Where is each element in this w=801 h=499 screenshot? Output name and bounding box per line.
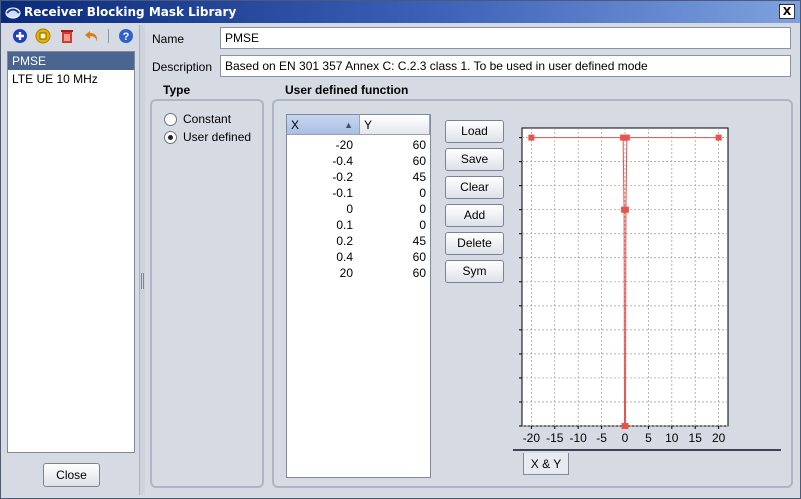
cell-y: 60 — [412, 250, 426, 264]
cell-y: 45 — [412, 234, 426, 248]
x-tick-label: -20 — [523, 431, 541, 445]
radio-constant-button[interactable] — [164, 113, 177, 126]
mask-editor: Name PMSE Description Based on EN 301 35… — [147, 25, 799, 495]
load-button[interactable]: Load — [445, 120, 504, 143]
cell-x: -0.1 — [332, 186, 353, 200]
x-tick-label: -5 — [596, 431, 607, 445]
description-field[interactable]: Based on EN 301 357 Annex C: C.2.3 class… — [220, 55, 791, 77]
window-title: Receiver Blocking Mask Library — [24, 5, 237, 19]
sym-button[interactable]: Sym — [445, 260, 504, 283]
table-row[interactable]: 0.1 0 — [287, 217, 430, 233]
list-item-lte-ue-10mhz[interactable]: LTE UE 10 MHz — [8, 70, 134, 88]
toolbar-separator — [108, 29, 109, 43]
radio-constant[interactable]: Constant — [164, 112, 259, 128]
window-close-button[interactable]: X — [779, 4, 795, 19]
data-point — [622, 206, 629, 213]
table-row[interactable]: -0.4 60 — [287, 153, 430, 169]
library-toolbar: ? — [6, 27, 136, 47]
function-group-title: User defined function — [285, 83, 409, 97]
data-point — [715, 134, 722, 141]
title-bar: Receiver Blocking Mask Library X — [1, 1, 800, 23]
type-group: Constant User defined — [150, 99, 264, 488]
tab-x-and-y[interactable]: X & Y — [523, 453, 569, 475]
data-point — [622, 423, 629, 429]
pane-splitter[interactable] — [139, 25, 145, 495]
data-point — [623, 134, 630, 141]
cell-x: -0.4 — [332, 154, 353, 168]
cell-x: 0.1 — [336, 218, 353, 232]
cell-y: 60 — [412, 138, 426, 152]
x-tick-label: 10 — [665, 431, 679, 445]
column-header-x[interactable]: X ▲ — [287, 115, 360, 135]
add-icon[interactable] — [12, 28, 28, 44]
svg-text:?: ? — [123, 31, 130, 43]
cell-x: 0.2 — [336, 234, 353, 248]
save-button[interactable]: Save — [445, 148, 504, 171]
x-tick-label: 15 — [689, 431, 703, 445]
name-field[interactable]: PMSE — [220, 27, 791, 49]
cell-y: 0 — [419, 202, 426, 216]
radio-user-defined[interactable]: User defined — [164, 130, 262, 146]
cell-x: 0 — [346, 202, 353, 216]
type-group-title: Type — [163, 83, 191, 97]
library-pane: ? PMSE LTE UE 10 MHz Close — [4, 25, 137, 495]
cell-y: 45 — [412, 170, 426, 184]
xy-table: X ▲ Y -20 60 -0.4 60 -0.2 45 -0.1 0 00 0.1 0 … — [286, 114, 431, 478]
duplicate-icon[interactable] — [35, 28, 51, 44]
radio-user-defined-label: User defined — [183, 130, 252, 144]
table-row[interactable]: -0.1 0 — [287, 185, 430, 201]
data-point — [528, 134, 535, 141]
cell-y: 0 — [419, 218, 426, 232]
column-x-label: X — [291, 118, 300, 132]
x-tick-label: -15 — [546, 431, 564, 445]
column-header-y[interactable]: Y — [360, 115, 430, 135]
cell-x: 0.4 — [336, 250, 353, 264]
mask-list: PMSE LTE UE 10 MHz — [7, 51, 135, 453]
xy-chart: -20-15-10-505101520051015202530354045505… — [519, 127, 729, 445]
x-tick-label: 5 — [645, 431, 652, 445]
clear-button[interactable]: Clear — [445, 176, 504, 199]
splitter-grip[interactable] — [141, 273, 144, 289]
cell-y: 60 — [412, 266, 426, 280]
table-header: X ▲ Y — [287, 115, 430, 135]
undo-icon[interactable] — [84, 28, 100, 44]
add-button[interactable]: Add — [445, 204, 504, 227]
table-row[interactable]: -0.2 45 — [287, 169, 430, 185]
cell-x: -0.2 — [332, 170, 353, 184]
receiver-blocking-mask-window: Receiver Blocking Mask Library X ? PMSE … — [0, 0, 801, 499]
help-icon[interactable]: ? — [118, 28, 134, 44]
list-item-pmse[interactable]: PMSE — [8, 52, 134, 70]
cell-y: 0 — [419, 186, 426, 200]
description-label: Description — [152, 60, 213, 74]
radio-constant-label: Constant — [183, 112, 232, 126]
radio-user-defined-button[interactable] — [164, 131, 177, 144]
table-row[interactable]: 00 — [287, 201, 430, 217]
column-y-label: Y — [364, 118, 373, 132]
chart-tab-strip: X & Y — [513, 449, 781, 477]
cell-y: 60 — [412, 154, 426, 168]
table-row[interactable]: 0.2 45 — [287, 233, 430, 249]
table-row[interactable]: -20 60 — [287, 137, 430, 153]
cell-x: -20 — [335, 138, 353, 152]
x-tick-label: 0 — [622, 431, 629, 445]
delete-button[interactable]: Delete — [445, 232, 504, 255]
delete-icon[interactable] — [59, 28, 75, 44]
app-logo-icon — [5, 7, 21, 19]
x-tick-label: -10 — [570, 431, 588, 445]
name-label: Name — [152, 32, 185, 46]
cell-x: 20 — [339, 266, 353, 280]
table-row[interactable]: 0.4 60 — [287, 249, 430, 265]
close-button[interactable]: Close — [43, 463, 100, 487]
table-row[interactable]: 20 60 — [287, 265, 430, 281]
sort-ascending-icon: ▲ — [344, 120, 353, 130]
x-tick-label: 20 — [712, 431, 726, 445]
